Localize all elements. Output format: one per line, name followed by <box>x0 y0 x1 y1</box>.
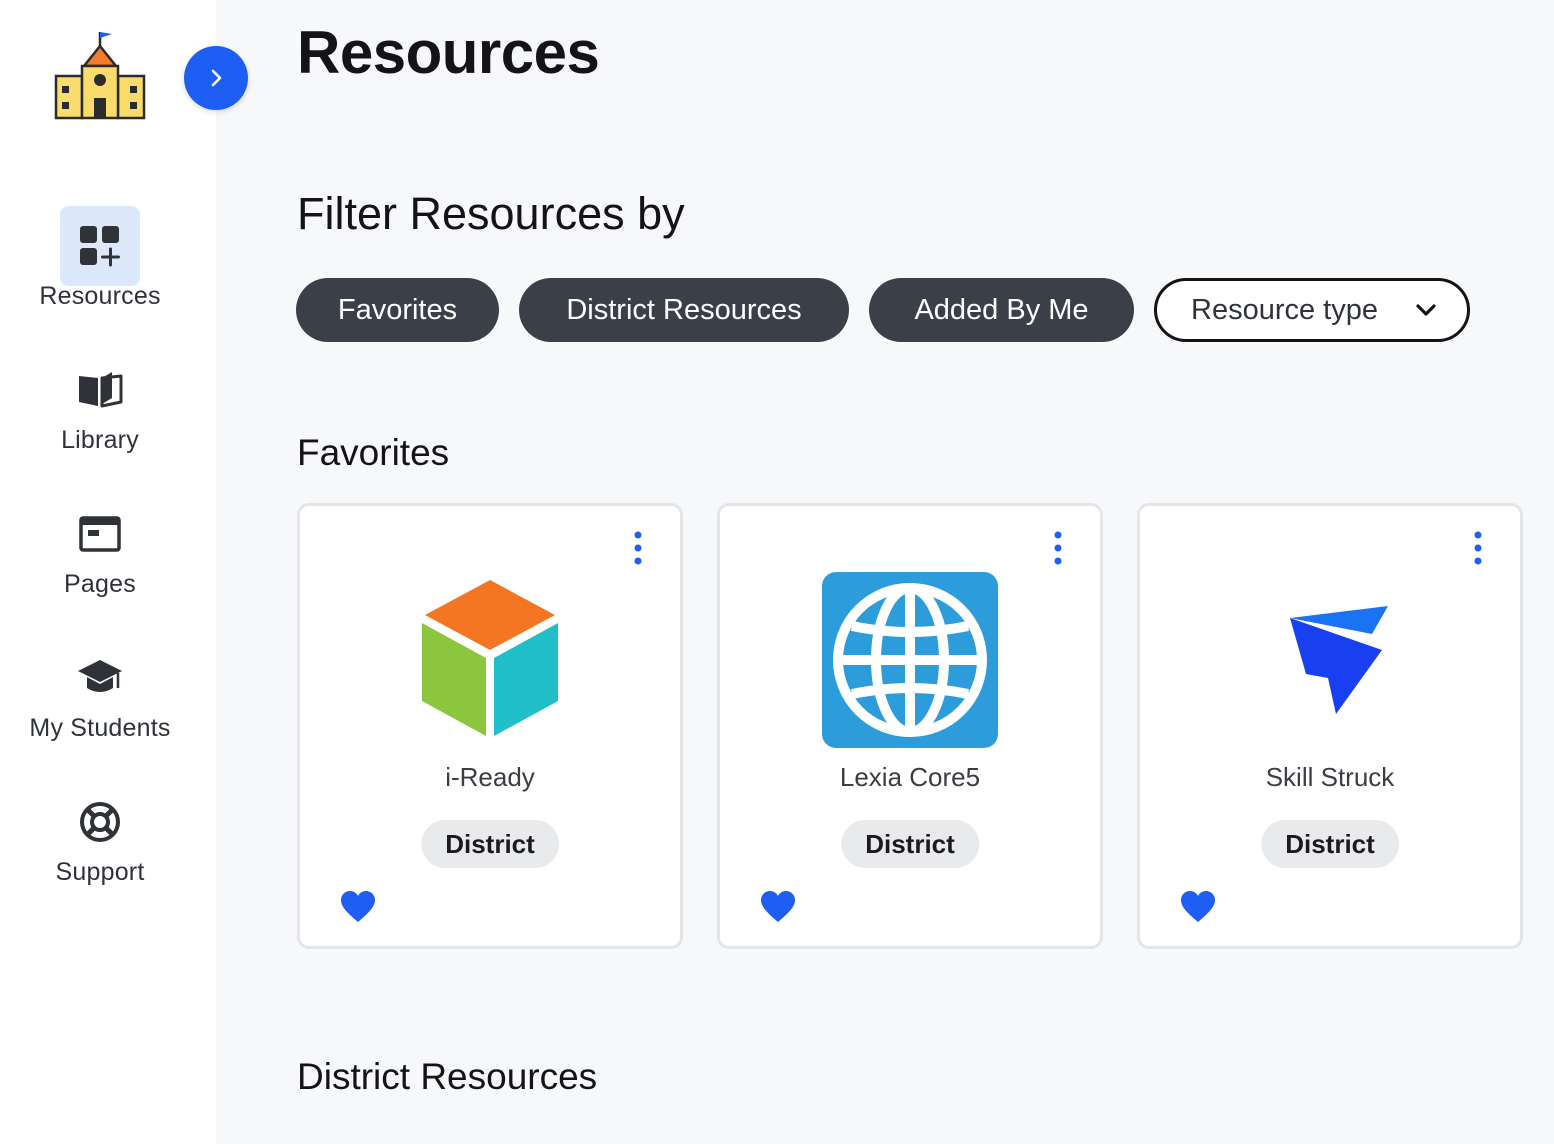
resource-name: Skill Struck <box>1265 762 1395 792</box>
filter-added-by-me-chip[interactable]: Added By Me <box>869 278 1134 342</box>
sidebar-item-icon-wrap <box>60 494 140 574</box>
section-title-favorites: Favorites <box>297 432 450 473</box>
sidebar-item-support[interactable]: Support <box>0 782 200 887</box>
chevron-right-icon <box>211 69 222 87</box>
lifebuoy-icon <box>80 802 120 842</box>
sidebar-item-label: My Students <box>29 714 171 742</box>
skill-struck-logo-icon <box>1290 606 1388 714</box>
district-badge: District <box>1261 820 1399 868</box>
book-icon <box>79 372 123 408</box>
globe-icon <box>822 572 998 748</box>
heart-icon[interactable] <box>1180 890 1216 924</box>
sidebar: Resources Library Pages My Students Supp… <box>0 0 248 1144</box>
sidebar-item-icon-wrap <box>60 206 140 286</box>
sidebar-item-icon-wrap <box>60 782 140 862</box>
heart-icon[interactable] <box>760 890 796 924</box>
filter-district-resources-chip[interactable]: District Resources <box>519 278 849 342</box>
resource-type-dropdown[interactable]: Resource type <box>1154 278 1470 342</box>
resource-card-skill-struck[interactable]: Skill Struck District <box>1137 503 1523 949</box>
resource-name: Lexia Core5 <box>839 762 981 792</box>
sidebar-item-resources[interactable]: Resources <box>0 206 200 311</box>
sidebar-item-label: Resources <box>39 282 161 310</box>
resource-card-iready[interactable]: i-Ready District <box>297 503 683 949</box>
sidebar-item-my-students[interactable]: My Students <box>0 638 200 743</box>
expand-sidebar-button[interactable] <box>184 46 248 110</box>
district-badge: District <box>421 820 559 868</box>
sidebar-item-pages[interactable]: Pages <box>0 494 200 599</box>
iready-cube-icon <box>422 580 558 736</box>
sidebar-item-label: Pages <box>64 570 136 598</box>
sidebar-item-label: Library <box>61 426 139 454</box>
sidebar-item-icon-wrap <box>60 350 140 430</box>
resource-type-label: Resource type <box>1191 293 1378 326</box>
school-logo-icon[interactable] <box>52 28 148 124</box>
pages-icon <box>79 516 121 552</box>
section-title-district-resources: District Resources <box>297 1056 598 1097</box>
sidebar-item-label: Support <box>55 858 145 886</box>
district-badge: District <box>841 820 979 868</box>
resource-name: i-Ready <box>445 762 535 792</box>
sidebar-item-icon-wrap <box>60 638 140 718</box>
more-options-icon[interactable] <box>1046 530 1070 566</box>
filter-heading: Filter Resources by <box>297 188 685 239</box>
filter-favorites-chip[interactable]: Favorites <box>296 278 499 342</box>
resources-icon <box>80 226 120 267</box>
sidebar-item-library[interactable]: Library <box>0 350 200 455</box>
heart-icon[interactable] <box>340 890 376 924</box>
resource-card-lexia-core5[interactable]: Lexia Core5 District <box>717 503 1103 949</box>
chevron-down-icon <box>1416 304 1436 316</box>
more-options-icon[interactable] <box>626 530 650 566</box>
page-title: Resources <box>297 19 600 86</box>
graduation-cap-icon <box>78 660 122 692</box>
more-options-icon[interactable] <box>1466 530 1490 566</box>
